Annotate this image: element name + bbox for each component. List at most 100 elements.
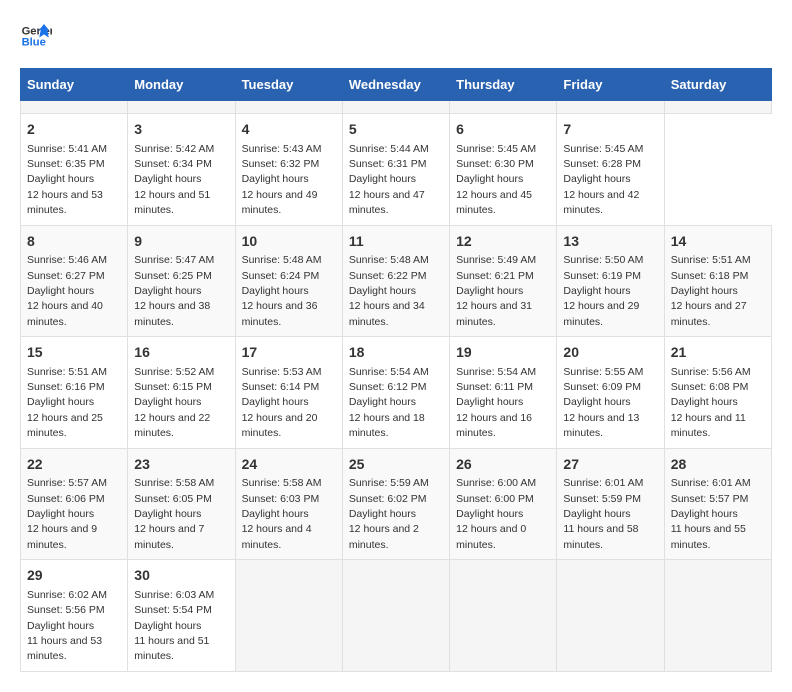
calendar-cell <box>450 560 557 672</box>
day-number: 3 <box>134 120 228 140</box>
day-daylight-value: 12 hours and 18 minutes. <box>349 412 425 439</box>
day-sunset: Sunset: 6:25 PM <box>134 270 212 282</box>
calendar-header-row: SundayMondayTuesdayWednesdayThursdayFrid… <box>21 69 772 101</box>
day-daylight-value: 12 hours and 40 minutes. <box>27 300 103 327</box>
day-sunset: Sunset: 6:27 PM <box>27 270 105 282</box>
day-daylight-label: Daylight hours <box>456 396 523 408</box>
day-sunrise: Sunrise: 5:51 AM <box>671 254 751 266</box>
calendar-cell <box>235 101 342 114</box>
calendar-cell: 11 Sunrise: 5:48 AM Sunset: 6:22 PM Dayl… <box>342 225 449 337</box>
day-sunrise: Sunrise: 5:57 AM <box>27 477 107 489</box>
day-daylight-value: 12 hours and 49 minutes. <box>242 189 318 216</box>
day-daylight-value: 12 hours and 11 minutes. <box>671 412 746 439</box>
day-number: 24 <box>242 455 336 475</box>
calendar-cell <box>664 560 771 672</box>
day-number: 6 <box>456 120 550 140</box>
day-daylight-value: 12 hours and 47 minutes. <box>349 189 425 216</box>
calendar-cell: 3 Sunrise: 5:42 AM Sunset: 6:34 PM Dayli… <box>128 114 235 226</box>
day-daylight-label: Daylight hours <box>563 285 630 297</box>
day-number: 27 <box>563 455 657 475</box>
day-daylight-label: Daylight hours <box>242 396 309 408</box>
day-sunrise: Sunrise: 5:45 AM <box>456 143 536 155</box>
day-sunrise: Sunrise: 5:55 AM <box>563 366 643 378</box>
day-daylight-label: Daylight hours <box>456 173 523 185</box>
day-number: 8 <box>27 232 121 252</box>
day-sunrise: Sunrise: 5:54 AM <box>349 366 429 378</box>
day-sunrise: Sunrise: 5:53 AM <box>242 366 322 378</box>
day-sunset: Sunset: 5:59 PM <box>563 493 641 505</box>
calendar-cell: 21 Sunrise: 5:56 AM Sunset: 6:08 PM Dayl… <box>664 337 771 449</box>
day-daylight-label: Daylight hours <box>456 508 523 520</box>
day-sunrise: Sunrise: 5:59 AM <box>349 477 429 489</box>
day-daylight-label: Daylight hours <box>349 508 416 520</box>
day-sunrise: Sunrise: 6:01 AM <box>563 477 643 489</box>
day-sunrise: Sunrise: 5:51 AM <box>27 366 107 378</box>
day-sunset: Sunset: 6:35 PM <box>27 158 105 170</box>
day-daylight-label: Daylight hours <box>134 508 201 520</box>
day-sunrise: Sunrise: 5:48 AM <box>242 254 322 266</box>
day-sunrise: Sunrise: 5:52 AM <box>134 366 214 378</box>
calendar-cell <box>235 560 342 672</box>
day-daylight-label: Daylight hours <box>563 396 630 408</box>
calendar-cell <box>342 560 449 672</box>
day-sunset: Sunset: 6:18 PM <box>671 270 749 282</box>
day-number: 16 <box>134 343 228 363</box>
calendar-cell: 20 Sunrise: 5:55 AM Sunset: 6:09 PM Dayl… <box>557 337 664 449</box>
day-number: 25 <box>349 455 443 475</box>
day-daylight-value: 11 hours and 55 minutes. <box>671 523 746 550</box>
day-daylight-label: Daylight hours <box>563 508 630 520</box>
day-number: 30 <box>134 566 228 586</box>
col-header-thursday: Thursday <box>450 69 557 101</box>
day-daylight-label: Daylight hours <box>134 620 201 632</box>
calendar-cell <box>128 101 235 114</box>
day-daylight-label: Daylight hours <box>134 173 201 185</box>
calendar-cell: 22 Sunrise: 5:57 AM Sunset: 6:06 PM Dayl… <box>21 448 128 560</box>
day-sunrise: Sunrise: 5:47 AM <box>134 254 214 266</box>
day-number: 14 <box>671 232 765 252</box>
day-sunset: Sunset: 6:11 PM <box>456 381 533 393</box>
day-number: 18 <box>349 343 443 363</box>
calendar-cell: 4 Sunrise: 5:43 AM Sunset: 6:32 PM Dayli… <box>235 114 342 226</box>
day-sunset: Sunset: 6:34 PM <box>134 158 212 170</box>
day-sunset: Sunset: 6:21 PM <box>456 270 534 282</box>
day-sunset: Sunset: 6:12 PM <box>349 381 427 393</box>
day-daylight-label: Daylight hours <box>563 173 630 185</box>
day-number: 7 <box>563 120 657 140</box>
day-sunrise: Sunrise: 5:49 AM <box>456 254 536 266</box>
day-sunset: Sunset: 6:14 PM <box>242 381 320 393</box>
day-daylight-label: Daylight hours <box>27 396 94 408</box>
day-daylight-value: 12 hours and 42 minutes. <box>563 189 639 216</box>
calendar-week-2: 2 Sunrise: 5:41 AM Sunset: 6:35 PM Dayli… <box>21 114 772 226</box>
calendar-week-6: 29 Sunrise: 6:02 AM Sunset: 5:56 PM Dayl… <box>21 560 772 672</box>
page-header: General Blue <box>20 20 772 52</box>
day-number: 23 <box>134 455 228 475</box>
day-number: 12 <box>456 232 550 252</box>
calendar-cell <box>450 101 557 114</box>
day-daylight-value: 12 hours and 7 minutes. <box>134 523 204 550</box>
day-daylight-value: 12 hours and 2 minutes. <box>349 523 419 550</box>
calendar-cell: 16 Sunrise: 5:52 AM Sunset: 6:15 PM Dayl… <box>128 337 235 449</box>
day-daylight-label: Daylight hours <box>27 173 94 185</box>
day-number: 19 <box>456 343 550 363</box>
day-sunset: Sunset: 6:22 PM <box>349 270 427 282</box>
day-daylight-value: 12 hours and 16 minutes. <box>456 412 532 439</box>
day-daylight-value: 12 hours and 25 minutes. <box>27 412 103 439</box>
calendar-table: SundayMondayTuesdayWednesdayThursdayFrid… <box>20 68 772 672</box>
day-daylight-value: 12 hours and 9 minutes. <box>27 523 97 550</box>
day-daylight-label: Daylight hours <box>349 396 416 408</box>
day-daylight-value: 11 hours and 58 minutes. <box>563 523 638 550</box>
day-sunrise: Sunrise: 5:58 AM <box>134 477 214 489</box>
day-daylight-label: Daylight hours <box>242 285 309 297</box>
day-daylight-label: Daylight hours <box>242 173 309 185</box>
day-daylight-value: 12 hours and 13 minutes. <box>563 412 639 439</box>
day-daylight-label: Daylight hours <box>349 285 416 297</box>
calendar-cell: 18 Sunrise: 5:54 AM Sunset: 6:12 PM Dayl… <box>342 337 449 449</box>
calendar-cell: 7 Sunrise: 5:45 AM Sunset: 6:28 PM Dayli… <box>557 114 664 226</box>
day-daylight-label: Daylight hours <box>349 173 416 185</box>
calendar-cell: 15 Sunrise: 5:51 AM Sunset: 6:16 PM Dayl… <box>21 337 128 449</box>
day-daylight-label: Daylight hours <box>671 285 738 297</box>
day-number: 17 <box>242 343 336 363</box>
day-number: 4 <box>242 120 336 140</box>
day-sunset: Sunset: 6:08 PM <box>671 381 749 393</box>
day-sunset: Sunset: 6:32 PM <box>242 158 320 170</box>
